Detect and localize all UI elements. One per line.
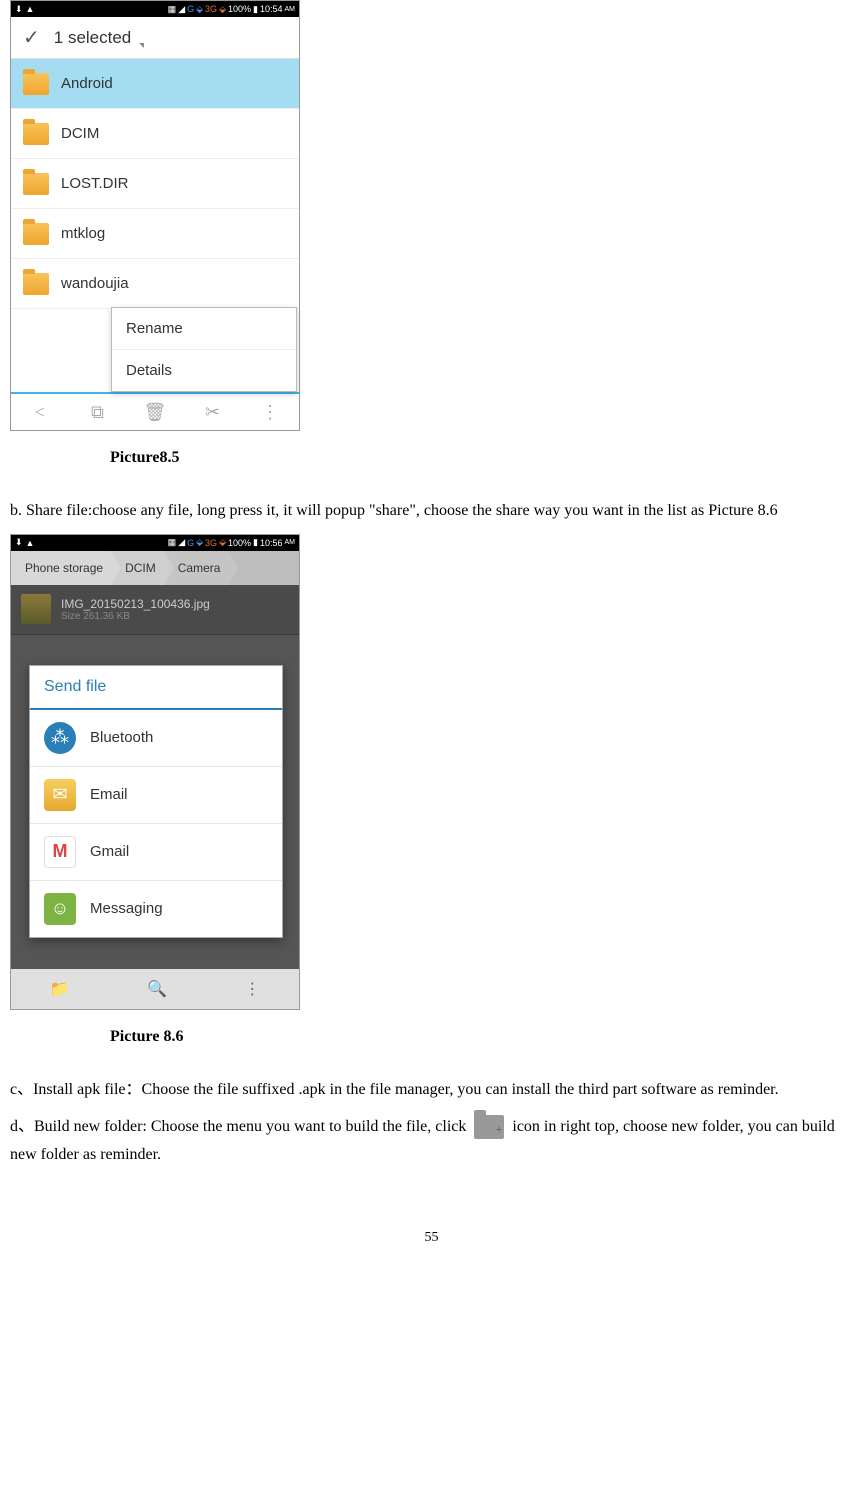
signal-3g-icon: 3G [205, 538, 217, 548]
email-icon: ✉ [44, 779, 76, 811]
selection-header: ✓ 1 selected [11, 17, 299, 59]
dropdown-icon[interactable] [139, 43, 144, 48]
download-icon: ⬇ [15, 537, 23, 548]
screenshot-file-manager: ⬇ ▲ ▦ ◢ G ⬙ 3G ⬙ 100% ▮ 10:54 AM ✓ 1 sel… [10, 0, 300, 431]
folder-icon [23, 123, 49, 145]
download-icon: ⬇ [15, 4, 23, 15]
folder-row-android[interactable]: Android [11, 59, 299, 109]
share-option-bluetooth[interactable]: ⁂ Bluetooth [30, 710, 282, 767]
app-label: Email [90, 786, 128, 803]
battery-icon: ▮ [253, 537, 258, 548]
app-label: Gmail [90, 843, 129, 860]
folder-icon [23, 273, 49, 295]
folder-row-wandoujia[interactable]: wandoujia [11, 259, 299, 309]
signal-bars-icon: ⬙ [196, 4, 203, 15]
folder-label: LOST.DIR [61, 175, 129, 192]
folder-label: mtklog [61, 225, 105, 242]
new-folder-inline-icon [474, 1115, 504, 1139]
copy-icon[interactable]: ⧉ [77, 402, 117, 423]
cut-icon[interactable]: ✂ [193, 402, 233, 423]
file-row[interactable]: IMG_20150213_100436.jpg Size 261.36 KB [11, 585, 299, 635]
dialog-title: Send file [30, 666, 282, 710]
bottom-toolbar: < ⧉ 🗑 ✂ ⋮ [11, 392, 299, 430]
paragraph-d-part1: d、Build new folder: Choose the menu you … [10, 1118, 470, 1135]
status-bar: ⬇ ▲ ▦ ◢ G ⬙ 3G ⬙ 100% ▮ 10:54 AM [11, 1, 299, 17]
share-option-messaging[interactable]: ☺ Messaging [30, 881, 282, 937]
clock-ampm: AM [285, 6, 296, 13]
folder-row-lostdir[interactable]: LOST.DIR [11, 159, 299, 209]
breadcrumb: Phone storage DCIM Camera [11, 551, 299, 585]
more-icon[interactable]: ⋮ [244, 979, 260, 999]
signal-bars2-icon: ⬙ [219, 4, 226, 15]
signal-3g-icon: 3G [205, 4, 217, 14]
menu-rename[interactable]: Rename [112, 308, 296, 350]
bluetooth-icon: ⁂ [44, 722, 76, 754]
signal-bars2-icon: ⬙ [219, 537, 226, 548]
gmail-icon: M [44, 836, 76, 868]
warning-icon: ▲ [26, 538, 35, 548]
selection-count[interactable]: 1 selected [54, 28, 132, 48]
paragraph-c: c、Install apk file：Choose the file suffi… [10, 1076, 853, 1105]
folder-icon [23, 73, 49, 95]
clock-ampm: AM [285, 539, 296, 546]
done-icon[interactable]: ✓ [23, 25, 40, 50]
app-label: Bluetooth [90, 729, 153, 746]
thumbnail-icon [21, 594, 51, 624]
signal-g-icon: G [187, 538, 194, 548]
folder-icon [23, 223, 49, 245]
folder-icon [23, 173, 49, 195]
folder-label: DCIM [61, 125, 99, 142]
signal-g-icon: G [187, 4, 194, 14]
battery-icon: ▮ [253, 4, 258, 15]
caption-8-5: Picture8.5 [110, 449, 853, 467]
share-option-email[interactable]: ✉ Email [30, 767, 282, 824]
file-name: IMG_20150213_100436.jpg [61, 597, 210, 611]
menu-details[interactable]: Details [112, 350, 296, 391]
context-menu: Rename Details [111, 307, 297, 392]
file-size: Size 261.36 KB [61, 611, 210, 622]
search-icon[interactable]: 🔍 [147, 979, 167, 999]
screenshot-share-dialog: ⬇ ▲ ▦ ◢ G ⬙ 3G ⬙ 100% ▮ 10:56 AM Phone s… [10, 534, 300, 1010]
share-icon[interactable]: < [20, 402, 60, 423]
folder-label: Android [61, 75, 113, 92]
clock-time: 10:54 [260, 4, 283, 14]
status-bar: ⬇ ▲ ▦ ◢ G ⬙ 3G ⬙ 100% ▮ 10:56 AM [11, 535, 299, 551]
paragraph-b: b. Share file:choose any file, long pres… [10, 497, 853, 526]
clock-time: 10:56 [260, 538, 283, 548]
app-label: Messaging [90, 900, 163, 917]
more-icon[interactable]: ⋮ [250, 402, 290, 423]
signal-bars-icon: ⬙ [196, 537, 203, 548]
paragraph-d: d、Build new folder: Choose the menu you … [10, 1113, 853, 1171]
battery-percent: 100% [228, 538, 251, 548]
delete-icon[interactable]: 🗑 [135, 402, 175, 423]
send-file-dialog: Send file ⁂ Bluetooth ✉ Email M Gmail ☺ … [29, 665, 283, 938]
folder-row-dcim[interactable]: DCIM [11, 109, 299, 159]
page-number: 55 [10, 1230, 853, 1246]
folder-label: wandoujia [61, 275, 129, 292]
new-folder-icon[interactable]: 📁 [50, 979, 70, 999]
share-option-gmail[interactable]: M Gmail [30, 824, 282, 881]
bottom-toolbar: 📁 🔍 ⋮ [11, 969, 299, 1009]
messaging-icon: ☺ [44, 893, 76, 925]
apps-icon: ▦ [168, 4, 177, 15]
battery-percent: 100% [228, 4, 251, 14]
breadcrumb-phone-storage[interactable]: Phone storage [11, 551, 111, 585]
warning-icon: ▲ [26, 4, 35, 14]
wifi-icon: ◢ [178, 4, 185, 15]
caption-8-6: Picture 8.6 [110, 1028, 853, 1046]
folder-row-mtklog[interactable]: mtklog [11, 209, 299, 259]
wifi-icon: ◢ [178, 537, 185, 548]
apps-icon: ▦ [168, 537, 177, 548]
